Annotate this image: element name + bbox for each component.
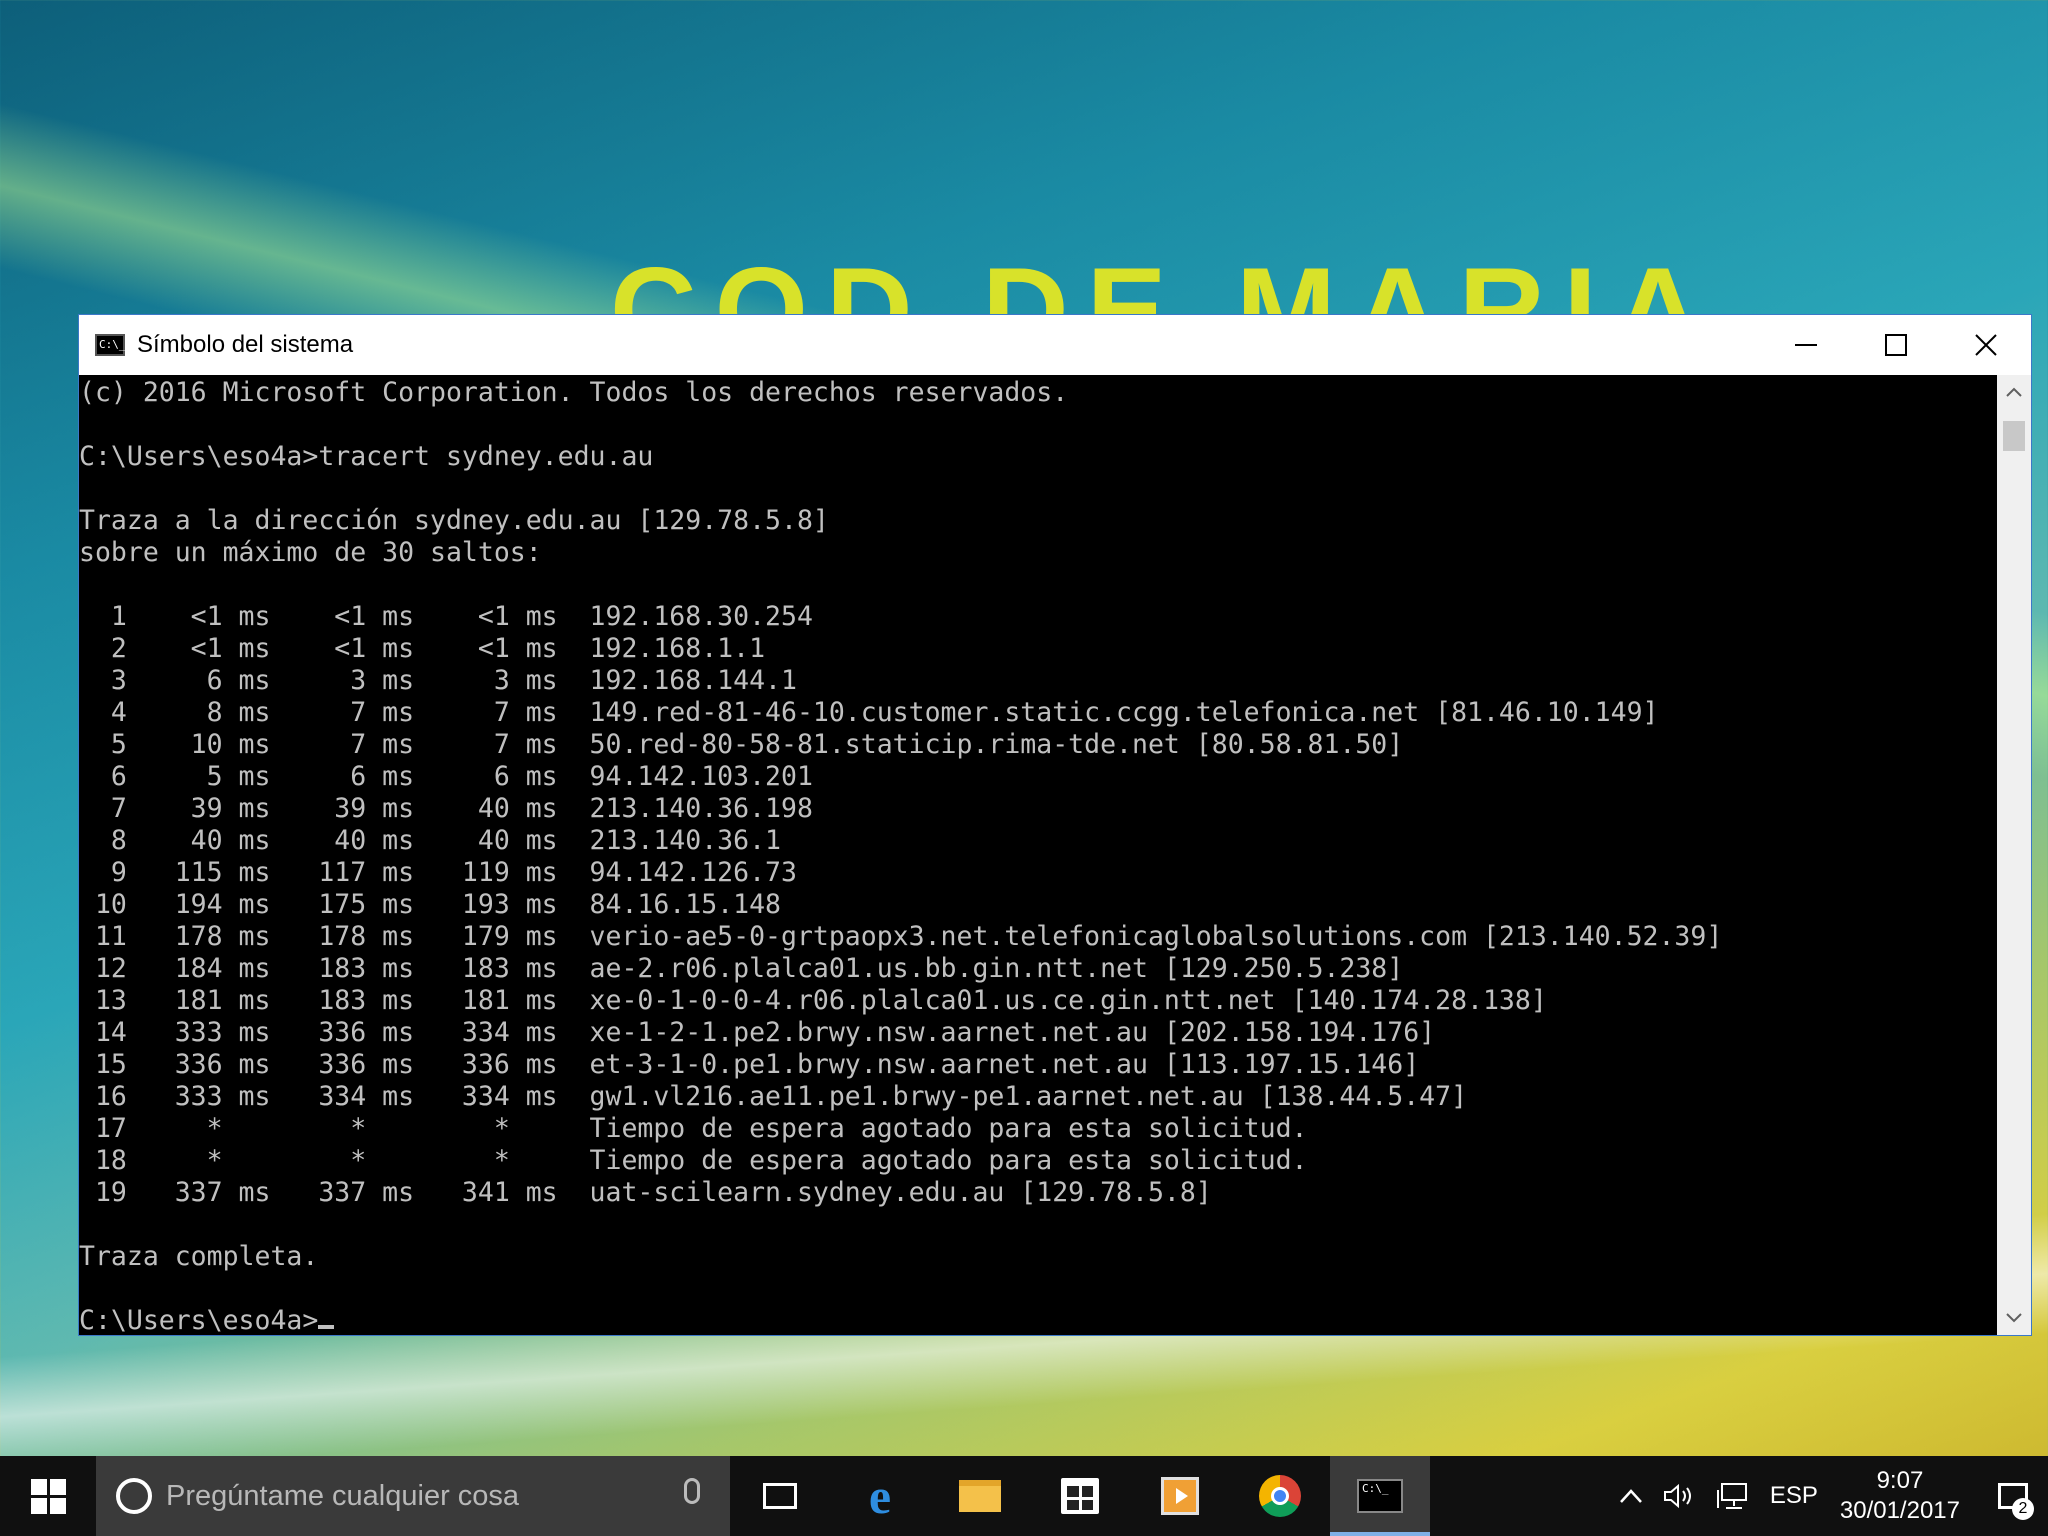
clock[interactable]: 9:07 30/01/2017 <box>1840 1466 1960 1526</box>
cmd-icon: C:\_ <box>95 334 126 356</box>
chrome-icon <box>1259 1475 1301 1517</box>
console-line: 6 5 ms 6 ms 6 ms 94.142.103.201 <box>79 761 813 792</box>
console-line: 2 <1 ms <1 ms <1 ms 192.168.1.1 <box>79 633 766 664</box>
chevron-up-icon <box>1619 1489 1642 1503</box>
console-line: 11 178 ms 178 ms 179 ms verio-ae5-0-grtp… <box>79 921 1723 952</box>
speaker-icon <box>1663 1483 1691 1509</box>
search-box[interactable]: Pregúntame cualquier cosa <box>96 1456 730 1536</box>
window-title: Símbolo del sistema <box>137 331 354 358</box>
taskbar-app-file-explorer[interactable] <box>930 1456 1030 1536</box>
console-line: Traza a la dirección sydney.edu.au [129.… <box>79 505 829 536</box>
console-line: C:\Users\eso4a>tracert sydney.edu.au <box>79 441 654 472</box>
chevron-up-icon <box>2006 387 2022 397</box>
search-input[interactable]: Pregúntame cualquier cosa <box>166 1480 519 1513</box>
close-button[interactable] <box>1941 315 2031 375</box>
store-icon <box>1061 1478 1099 1514</box>
console-line: 4 8 ms 7 ms 7 ms 149.red-81-46-10.custom… <box>79 697 1659 728</box>
wallpaper-text: COD DE MARIA <box>610 250 1719 314</box>
network-button[interactable] <box>1716 1481 1750 1511</box>
console-line: sobre un máximo de 30 saltos: <box>79 537 542 568</box>
title-bar[interactable]: C:\_ Símbolo del sistema <box>79 315 2031 375</box>
taskbar-app-chrome[interactable] <box>1230 1456 1330 1536</box>
clock-time: 9:07 <box>1876 1467 1924 1494</box>
cortana-icon <box>116 1478 152 1514</box>
windows-logo-icon <box>30 1478 66 1514</box>
taskbar-app-edge[interactable]: e <box>830 1456 930 1536</box>
task-view-button[interactable] <box>730 1456 830 1536</box>
console-line: 12 184 ms 183 ms 183 ms ae-2.r06.plalca0… <box>79 953 1404 984</box>
console-line: Traza completa. <box>79 1241 319 1272</box>
console-line: 10 194 ms 175 ms 193 ms 84.16.15.148 <box>79 889 781 920</box>
command-prompt-window[interactable]: C:\_ Símbolo del sistema (c) 2016 Micros… <box>78 314 2032 1336</box>
console-line: 7 39 ms 39 ms 40 ms 213.140.36.198 <box>79 793 813 824</box>
close-icon <box>1975 334 1997 356</box>
scroll-thumb[interactable] <box>2003 421 2025 451</box>
media-player-icon <box>1161 1477 1199 1515</box>
console-line: 14 333 ms 336 ms 334 ms xe-1-2-1.pe2.brw… <box>79 1017 1436 1048</box>
console-prompt-line[interactable]: C:\Users\eso4a> <box>79 1305 1997 1335</box>
console-line: 5 10 ms 7 ms 7 ms 50.red-80-58-81.static… <box>79 729 1404 760</box>
edge-icon: e <box>868 1468 892 1524</box>
console-prompt: C:\Users\eso4a> <box>79 1305 319 1335</box>
maximize-button[interactable] <box>1851 315 1941 375</box>
console-line: 3 6 ms 3 ms 3 ms 192.168.144.1 <box>79 665 797 696</box>
scroll-down-button[interactable] <box>1997 1301 2031 1335</box>
console-line: 15 336 ms 336 ms 336 ms et-3-1-0.pe1.brw… <box>79 1049 1420 1080</box>
console-line: 17 * * * Tiempo de espera agotado para e… <box>79 1113 1308 1144</box>
start-button[interactable] <box>0 1456 96 1536</box>
show-hidden-icons-button[interactable] <box>1619 1489 1642 1503</box>
vertical-scrollbar[interactable] <box>1997 375 2031 1335</box>
taskbar-app-media-player[interactable] <box>1130 1456 1230 1536</box>
text-cursor <box>318 1325 335 1329</box>
console-line: 8 40 ms 40 ms 40 ms 213.140.36.1 <box>79 825 781 856</box>
minimize-button[interactable] <box>1761 315 1851 375</box>
console-line: 18 * * * Tiempo de espera agotado para e… <box>79 1145 1308 1176</box>
console-line: 19 337 ms 337 ms 341 ms uat-scilearn.syd… <box>79 1177 1212 1208</box>
console-output[interactable]: (c) 2016 Microsoft Corporation. Todos lo… <box>79 375 1997 1335</box>
folder-icon <box>959 1480 1001 1512</box>
clock-date: 30/01/2017 <box>1839 1497 1960 1524</box>
minimize-icon <box>1795 344 1817 346</box>
system-tray: ESP 9:07 30/01/2017 2 <box>1610 1456 2048 1536</box>
console-line: (c) 2016 Microsoft Corporation. Todos lo… <box>79 377 1069 408</box>
console-line: 9 115 ms 117 ms 119 ms 94.142.126.73 <box>79 857 797 888</box>
taskbar-app-store[interactable] <box>1030 1456 1130 1536</box>
chevron-down-icon <box>2006 1313 2022 1323</box>
cmd-icon: C:\_ <box>1357 1479 1403 1513</box>
volume-button[interactable] <box>1662 1482 1696 1510</box>
action-center-button[interactable]: 2 <box>1978 1456 2048 1536</box>
notification-badge: 2 <box>2012 1498 2034 1520</box>
taskbar-app-command-prompt[interactable]: C:\_ <box>1330 1456 1430 1536</box>
language-indicator[interactable]: ESP <box>1770 1482 1818 1510</box>
microphone-icon[interactable] <box>684 1478 700 1504</box>
console-line: 16 333 ms 334 ms 334 ms gw1.vl216.ae11.p… <box>79 1081 1468 1112</box>
maximize-icon <box>1885 334 1907 356</box>
task-view-icon <box>763 1483 797 1509</box>
network-icon <box>1716 1483 1747 1509</box>
scroll-up-button[interactable] <box>1997 375 2031 409</box>
taskbar: Pregúntame cualquier cosa e C:\_ ESP 9:0… <box>0 1456 2048 1536</box>
console-line: 1 <1 ms <1 ms <1 ms 192.168.30.254 <box>79 601 813 632</box>
console-line: 13 181 ms 183 ms 181 ms xe-0-1-0-0-4.r06… <box>79 985 1547 1016</box>
